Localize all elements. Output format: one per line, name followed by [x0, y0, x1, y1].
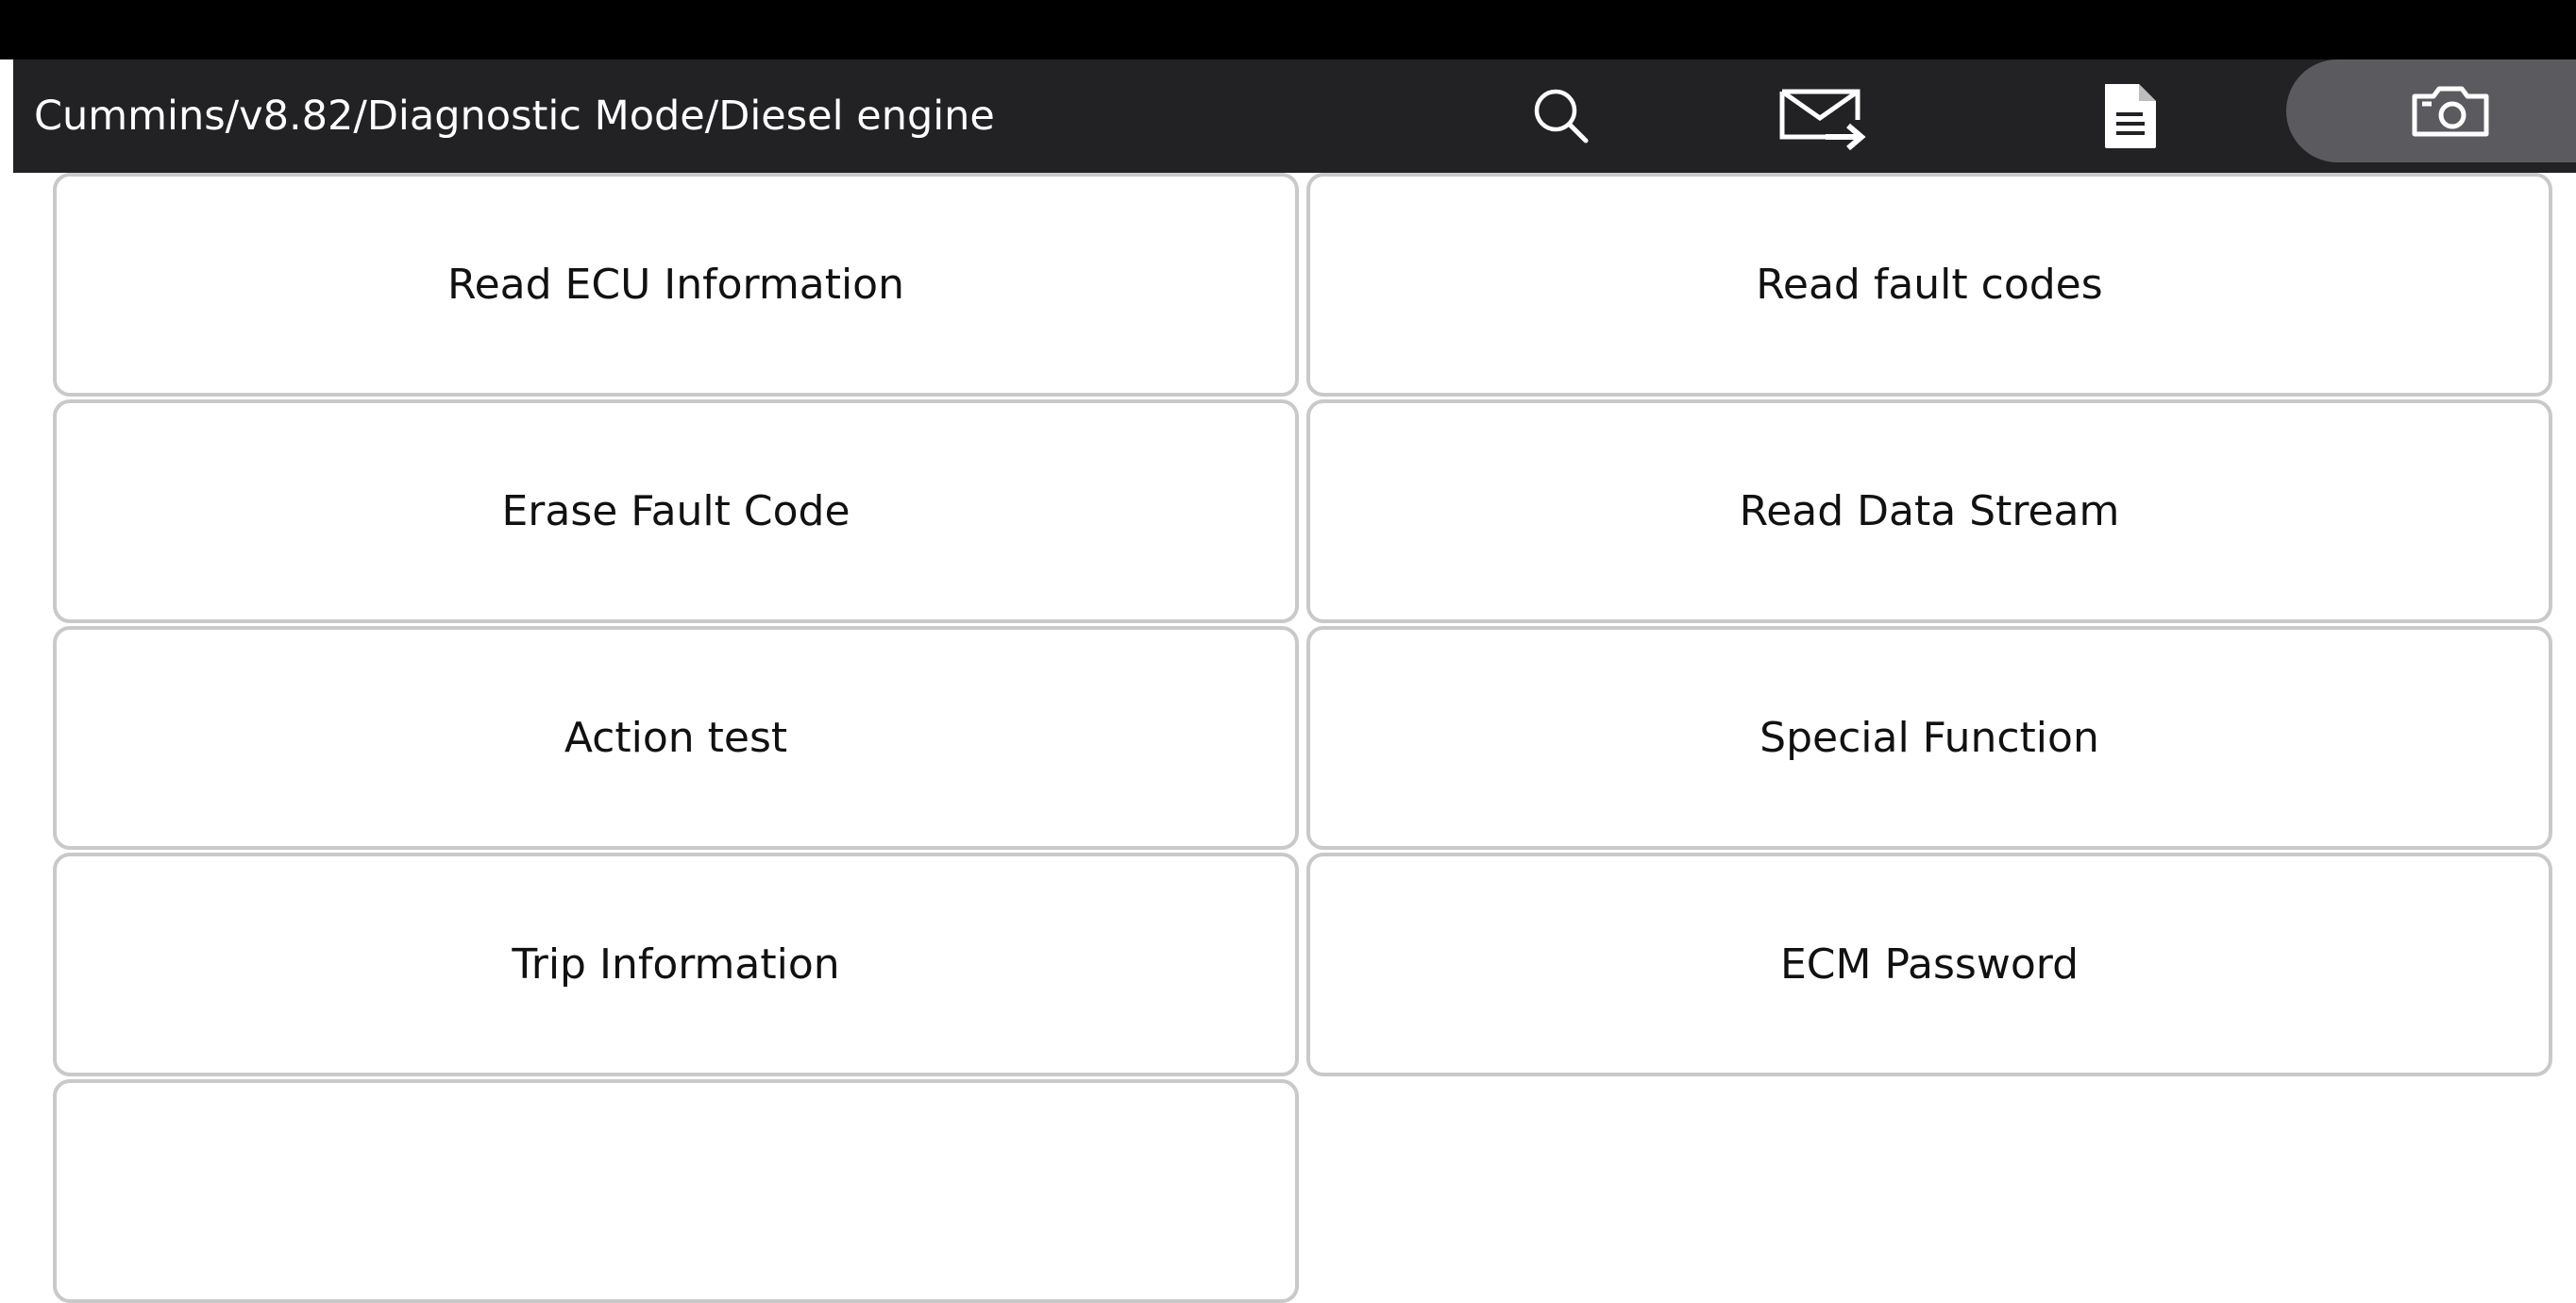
menu-button-erase-fault-code[interactable]: Erase Fault Code: [53, 399, 1299, 623]
search-button[interactable]: [1505, 59, 1618, 173]
camera-button-inner: [2394, 59, 2507, 162]
status-strip: [0, 0, 2576, 59]
search-icon: [1534, 89, 1589, 144]
report-button[interactable]: [2073, 59, 2186, 173]
menu-button-ecm-password[interactable]: ECM Password: [1306, 853, 2552, 1076]
document-icon: [2105, 84, 2156, 148]
menu-button-special-function[interactable]: Special Function: [1306, 626, 2552, 850]
send-report-button[interactable]: [1765, 59, 1878, 173]
camera-icon: [2412, 86, 2489, 136]
menu-button-action-test[interactable]: Action test: [53, 626, 1299, 850]
mail-forward-icon: [1779, 89, 1866, 150]
menu-button-read-ecu-information[interactable]: Read ECU Information: [53, 173, 1299, 397]
screenshot-button[interactable]: [2286, 59, 2576, 162]
title-bar: Cummins/v8.82/Diagnostic Mode/Diesel eng…: [13, 59, 2576, 173]
menu-button-trip-information[interactable]: Trip Information: [53, 853, 1299, 1076]
menu-button-partial[interactable]: [53, 1079, 1299, 1303]
menu-button-read-data-stream[interactable]: Read Data Stream: [1306, 399, 2552, 623]
menu-button-read-fault-codes[interactable]: Read fault codes: [1306, 173, 2552, 397]
breadcrumb: Cummins/v8.82/Diagnostic Mode/Diesel eng…: [34, 93, 995, 140]
